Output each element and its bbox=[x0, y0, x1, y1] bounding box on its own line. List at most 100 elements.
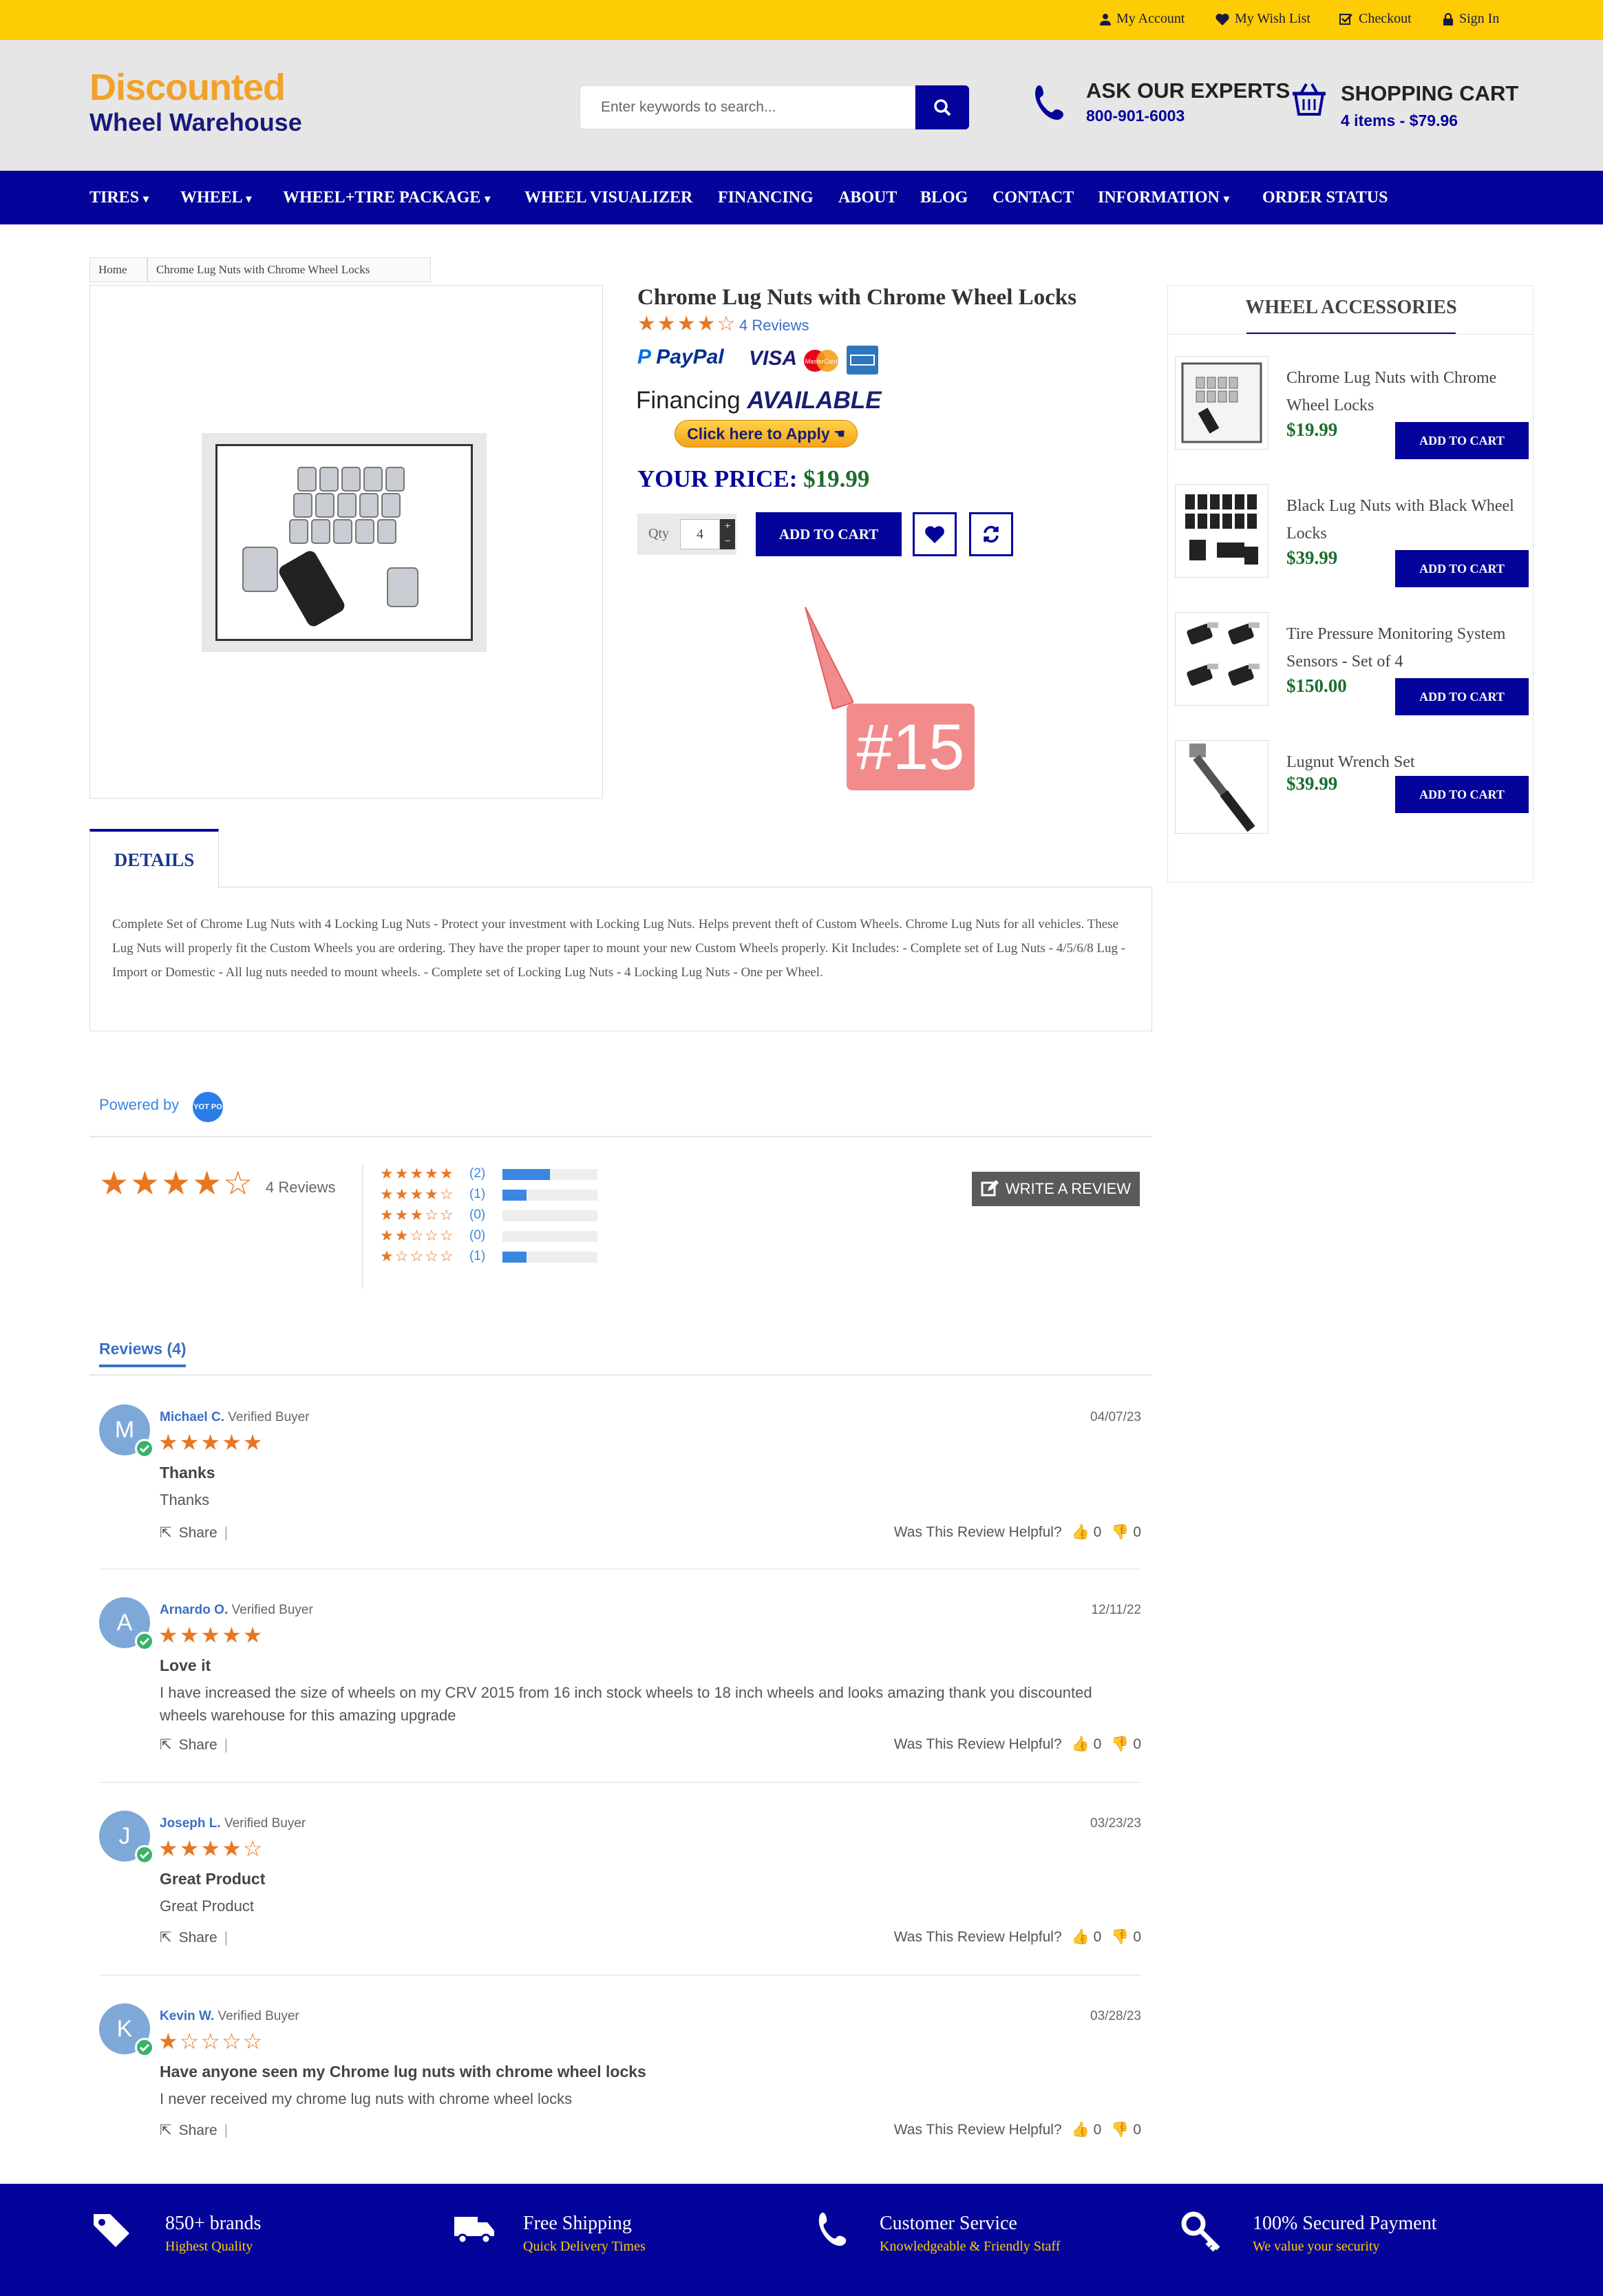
product-reviews-link[interactable]: 4 Reviews bbox=[739, 317, 809, 335]
financing-available: AVAILABLE bbox=[747, 387, 882, 414]
share-button[interactable]: ⇱ Share | bbox=[160, 1736, 228, 1753]
verified-badge: Verified Buyer bbox=[217, 2009, 299, 2023]
distribution-stars-1[interactable]: ★☆☆☆☆ bbox=[380, 1249, 455, 1264]
sidebar-item-name[interactable]: Black Lug Nuts with Black Wheel Locks bbox=[1286, 492, 1527, 547]
nav-tires-label: TIRES bbox=[89, 189, 140, 207]
distribution-count-4[interactable]: (1) bbox=[469, 1187, 485, 1202]
thumbs-down-button[interactable]: 👎 0 bbox=[1111, 2122, 1141, 2138]
helpful-label: Was This Review Helpful? bbox=[893, 1736, 1062, 1752]
distribution-stars-3[interactable]: ★★★☆☆ bbox=[380, 1208, 455, 1223]
nav-about[interactable]: ABOUT bbox=[838, 189, 897, 207]
compare-button[interactable] bbox=[969, 512, 1013, 556]
qty-increase-button[interactable]: + bbox=[720, 519, 735, 534]
nav-tires[interactable]: TIRES ▾ bbox=[89, 189, 149, 207]
review-body: Great Product bbox=[160, 1897, 254, 1915]
sidebar-add-to-cart-button[interactable]: ADD TO CART bbox=[1395, 776, 1529, 813]
thumbs-down-button[interactable]: 👎 0 bbox=[1111, 1524, 1141, 1541]
cart-summary[interactable]: 4 items - $79.96 bbox=[1341, 112, 1458, 130]
sidebar-item-name[interactable]: Chrome Lug Nuts with Chrome Wheel Locks bbox=[1286, 364, 1527, 419]
share-label: Share bbox=[178, 1929, 217, 1946]
nav-wheel[interactable]: WHEEL ▾ bbox=[180, 189, 251, 207]
yotpo-logo[interactable]: YOT PO bbox=[193, 1092, 223, 1122]
qty-input[interactable]: 4 bbox=[680, 519, 720, 549]
checkout-link[interactable]: Checkout bbox=[1339, 11, 1412, 27]
sidebar-add-to-cart-button[interactable]: ADD TO CART bbox=[1395, 422, 1529, 459]
breadcrumb-home[interactable]: Home bbox=[89, 257, 147, 282]
nav-wheel-tire-package[interactable]: WHEEL+TIRE PACKAGE ▾ bbox=[283, 189, 490, 207]
reviews-summary-count: 4 Reviews bbox=[266, 1179, 336, 1196]
verified-badge: Verified Buyer bbox=[224, 1816, 306, 1831]
review-helpful: Was This Review Helpful? 👍 0 👎 0 bbox=[894, 2122, 1141, 2138]
nav-wheel-visualizer[interactable]: WHEEL VISUALIZER bbox=[524, 189, 692, 207]
distribution-count-5[interactable]: (2) bbox=[469, 1166, 485, 1181]
lock-icon bbox=[1443, 12, 1453, 25]
search-input[interactable] bbox=[580, 86, 915, 129]
experts-phone[interactable]: 800-901-6003 bbox=[1086, 107, 1185, 125]
nav-contact[interactable]: CONTACT bbox=[992, 189, 1074, 207]
helpful-label: Was This Review Helpful? bbox=[893, 1929, 1062, 1945]
logo-line2[interactable]: Wheel Warehouse bbox=[89, 110, 302, 135]
search-button[interactable] bbox=[915, 85, 969, 129]
distribution-count-3[interactable]: (0) bbox=[469, 1208, 485, 1223]
verified-check-icon bbox=[135, 2038, 154, 2057]
nav-information[interactable]: INFORMATION ▾ bbox=[1098, 189, 1229, 207]
share-button[interactable]: ⇱ Share | bbox=[160, 1524, 228, 1541]
sidebar-item-thumb[interactable] bbox=[1175, 484, 1268, 578]
sidebar-add-to-cart-button[interactable]: ADD TO CART bbox=[1395, 550, 1529, 587]
sidebar-item-thumb[interactable] bbox=[1175, 740, 1268, 834]
distribution-stars-2[interactable]: ★★☆☆☆ bbox=[380, 1228, 455, 1243]
share-label: Share bbox=[178, 1524, 217, 1541]
sidebar-item-name[interactable]: Lugnut Wrench Set bbox=[1286, 748, 1527, 776]
distribution-stars-5[interactable]: ★★★★★ bbox=[380, 1166, 455, 1181]
review-date: 03/28/23 bbox=[1090, 2009, 1141, 2023]
tab-details[interactable]: DETAILS bbox=[89, 829, 219, 888]
nav-financing[interactable]: FINANCING bbox=[718, 189, 814, 207]
logo-line1[interactable]: Discounted bbox=[89, 69, 286, 106]
sidebar-item-thumb[interactable] bbox=[1175, 612, 1268, 706]
nav-order-status[interactable]: ORDER STATUS bbox=[1262, 189, 1388, 207]
distribution-count-2[interactable]: (0) bbox=[469, 1228, 485, 1243]
distribution-stars-4[interactable]: ★★★★☆ bbox=[380, 1187, 455, 1202]
thumbs-down-button[interactable]: 👎 0 bbox=[1111, 1736, 1141, 1753]
sidebar-item-thumb[interactable] bbox=[1175, 356, 1268, 450]
nav-information-label: INFORMATION bbox=[1098, 189, 1220, 207]
helpful-label: Was This Review Helpful? bbox=[893, 2122, 1062, 2138]
cart-icon[interactable] bbox=[1290, 81, 1328, 120]
thumbs-up-button[interactable]: 👍 0 bbox=[1072, 2122, 1102, 2138]
share-button[interactable]: ⇱ Share | bbox=[160, 2122, 228, 2139]
distribution-count-1[interactable]: (1) bbox=[469, 1249, 485, 1264]
sidebar-item-name[interactable]: Tire Pressure Monitoring System Sensors … bbox=[1286, 620, 1527, 675]
footer-subtitle: We value your security bbox=[1253, 2239, 1380, 2254]
details-panel: Complete Set of Chrome Lug Nuts with 4 L… bbox=[89, 887, 1152, 1031]
thumbs-up-button[interactable]: 👍 0 bbox=[1072, 1736, 1102, 1753]
write-review-button[interactable]: WRITE A REVIEW bbox=[972, 1172, 1140, 1206]
tab-reviews[interactable]: Reviews (4) bbox=[99, 1340, 187, 1358]
footer-title: Free Shipping bbox=[523, 2213, 632, 2234]
wish-list-link[interactable]: My Wish List bbox=[1215, 11, 1310, 27]
thumbs-down-button[interactable]: 👎 0 bbox=[1111, 1929, 1141, 1946]
product-image[interactable] bbox=[202, 433, 487, 652]
thumbs-up-button[interactable]: 👍 0 bbox=[1072, 1929, 1102, 1946]
add-to-wishlist-button[interactable] bbox=[913, 512, 957, 556]
share-button[interactable]: ⇱ Share | bbox=[160, 1929, 228, 1946]
financing-heading: Financing AVAILABLE bbox=[636, 387, 882, 414]
my-account-link[interactable]: My Account bbox=[1100, 11, 1185, 27]
share-label: Share bbox=[178, 1736, 217, 1753]
mastercard-logo: MasterCard bbox=[801, 348, 841, 373]
sidebar-divider bbox=[1168, 334, 1534, 335]
add-to-cart-button[interactable]: ADD TO CART bbox=[756, 512, 902, 556]
nav-blog[interactable]: BLOG bbox=[920, 189, 968, 207]
share-icon: ⇱ bbox=[160, 1525, 172, 1541]
footer-title: Customer Service bbox=[880, 2213, 1017, 2234]
apply-financing-button[interactable]: Click here to Apply ☚ bbox=[675, 420, 858, 447]
reviews-tab-divider bbox=[89, 1374, 1152, 1376]
reviewer: Joseph L. Verified Buyer bbox=[160, 1816, 306, 1831]
cart-label[interactable]: SHOPPING CART bbox=[1341, 81, 1518, 106]
verified-check-icon bbox=[135, 1632, 154, 1651]
qty-decrease-button[interactable]: − bbox=[720, 534, 735, 549]
sign-in-link[interactable]: Sign In bbox=[1443, 11, 1499, 27]
breadcrumb-current: Chrome Lug Nuts with Chrome Wheel Locks bbox=[147, 257, 431, 282]
summary-divider bbox=[362, 1165, 363, 1289]
thumbs-up-button[interactable]: 👍 0 bbox=[1072, 1524, 1102, 1541]
sidebar-add-to-cart-button[interactable]: ADD TO CART bbox=[1395, 678, 1529, 715]
